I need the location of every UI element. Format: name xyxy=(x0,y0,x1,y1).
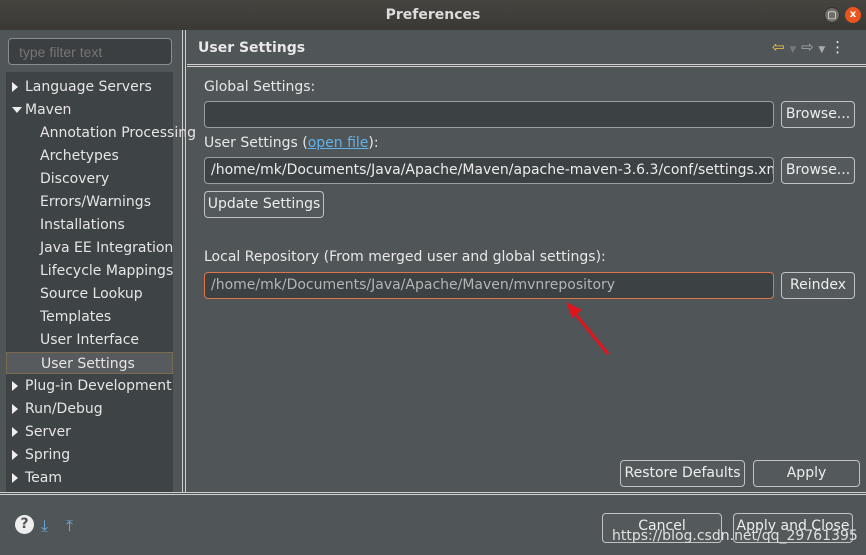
tree-item-label: User Settings xyxy=(41,356,135,372)
watermark: https://blog.csdn.net/qq_29761395 xyxy=(612,528,858,544)
tree-item-label: Team xyxy=(25,470,63,486)
page-title: User Settings xyxy=(198,40,306,56)
collapsed-icon[interactable] xyxy=(12,404,18,414)
global-settings-label: Global Settings: xyxy=(204,79,316,95)
sidebar: Language Servers Maven Annotation Processi… xyxy=(0,30,196,492)
tree-item-label: User Interface xyxy=(40,332,140,348)
reindex-button[interactable]: Reindex xyxy=(781,272,855,299)
tree-item[interactable]: Installations xyxy=(6,214,173,236)
tree-item-label: Errors/Warnings xyxy=(40,194,151,210)
label-text: ): xyxy=(368,135,379,151)
tree-item[interactable]: User Interface xyxy=(6,329,173,351)
user-settings-label: User Settings (open file): xyxy=(204,135,379,151)
browse-global-button[interactable]: Browse... xyxy=(781,101,855,128)
tree-item-label: Language Servers xyxy=(25,79,152,95)
apply-button[interactable]: Apply xyxy=(753,460,860,487)
tree-item-label: Installations xyxy=(40,217,125,233)
more-menu-icon[interactable]: ⋮ xyxy=(830,38,845,56)
label-text: User Settings ( xyxy=(204,135,308,151)
collapsed-icon[interactable] xyxy=(12,82,18,92)
global-settings-input[interactable] xyxy=(204,101,774,128)
import-icon[interactable]: ⤓ xyxy=(41,516,48,536)
tree-item[interactable]: Templates xyxy=(6,306,173,328)
local-repository-input: /home/mk/Documents/Java/Apache/Maven/mvn… xyxy=(204,272,774,299)
tree-item[interactable]: Maven xyxy=(6,99,173,121)
chevron-down-icon[interactable]: ▼ xyxy=(789,45,796,55)
nav-buttons: ⇦ ▼ ⇨ ▼ ⋮ xyxy=(772,38,845,56)
tree-item-label: Java EE Integration xyxy=(40,240,174,256)
open-file-link[interactable]: open file xyxy=(308,135,369,151)
tree-item-label: Spring xyxy=(25,447,71,463)
close-icon[interactable]: x xyxy=(845,7,861,23)
tree-item[interactable]: Server xyxy=(6,421,173,443)
tree-item-label: Annotation Processing xyxy=(40,125,196,141)
local-repository-label: Local Repository (From merged user and g… xyxy=(204,249,606,265)
tree-item[interactable]: Discovery xyxy=(6,168,173,190)
tree-item-label: Source Lookup xyxy=(40,286,143,302)
tree-item[interactable]: Archetypes xyxy=(6,145,173,167)
divider xyxy=(0,492,866,495)
tree-item[interactable]: Language Servers xyxy=(6,76,173,98)
forward-arrow-icon[interactable]: ⇨ xyxy=(801,38,814,56)
maximize-icon[interactable]: ▢ xyxy=(824,7,840,23)
tree-item-label: Server xyxy=(25,424,71,440)
title-bar: Preferences ▢ x xyxy=(0,0,866,30)
tree-item-label: Maven xyxy=(25,102,72,118)
collapsed-icon[interactable] xyxy=(12,381,18,391)
tree-item-label: Plug-in Development xyxy=(25,378,172,394)
tree-item-label: Lifecycle Mappings xyxy=(40,263,174,279)
tree-item[interactable]: Plug-in Development xyxy=(6,375,173,397)
user-settings-input[interactable]: /home/mk/Documents/Java/Apache/Maven/apa… xyxy=(204,157,774,184)
back-arrow-icon[interactable]: ⇦ xyxy=(772,38,785,56)
tree-item[interactable]: Source Lookup xyxy=(6,283,173,305)
filter-input[interactable] xyxy=(8,38,172,65)
browse-user-button[interactable]: Browse... xyxy=(781,157,855,184)
collapsed-icon[interactable] xyxy=(12,450,18,460)
tree-item[interactable]: User Settings xyxy=(6,352,173,374)
tree-item-label: Archetypes xyxy=(40,148,119,164)
tree-item[interactable]: Annotation Processing xyxy=(6,122,196,144)
update-settings-button[interactable]: Update Settings xyxy=(204,191,324,218)
tree-item[interactable]: Errors/Warnings xyxy=(6,191,173,213)
preference-tree: Language Servers Maven Annotation Processi… xyxy=(6,72,196,492)
restore-defaults-button[interactable]: Restore Defaults xyxy=(620,460,745,487)
tree-item-label: Templates xyxy=(40,309,112,325)
tree-item[interactable]: Lifecycle Mappings xyxy=(6,260,173,282)
tree-item-label: Run/Debug xyxy=(25,401,103,417)
help-icon[interactable]: ? xyxy=(15,515,34,534)
tree-item[interactable]: Team xyxy=(6,467,173,489)
red-arrow-annotation xyxy=(566,302,610,355)
collapsed-icon[interactable] xyxy=(12,473,18,483)
sash[interactable] xyxy=(182,30,186,492)
tree-item-label: Discovery xyxy=(40,171,110,187)
window-title: Preferences xyxy=(385,7,481,23)
tree-item[interactable]: Spring xyxy=(6,444,173,466)
chevron-down-icon[interactable]: ▼ xyxy=(818,45,825,55)
tree-item[interactable]: Run/Debug xyxy=(6,398,173,420)
expanded-icon[interactable] xyxy=(12,107,22,113)
divider xyxy=(187,64,866,67)
export-icon[interactable]: ⤒ xyxy=(66,516,73,536)
collapsed-icon[interactable] xyxy=(12,427,18,437)
tree-item[interactable]: Java EE Integration xyxy=(6,237,173,259)
